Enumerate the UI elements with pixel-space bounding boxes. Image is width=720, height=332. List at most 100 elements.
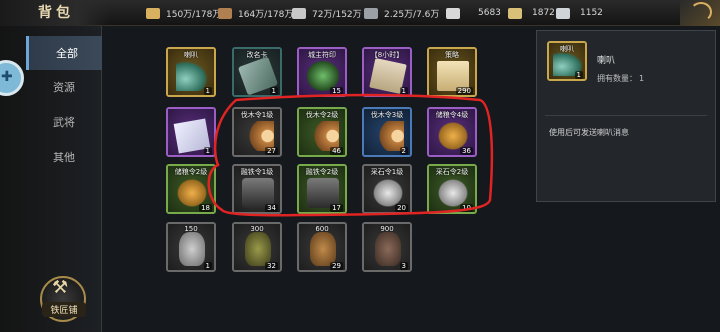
resource-feather: 5683 xyxy=(446,6,501,20)
anvil-icon: ⚒ xyxy=(52,277,69,298)
item-label: 300 xyxy=(250,225,264,233)
silver-ingot-icon xyxy=(556,7,570,19)
item-count: 20 xyxy=(395,204,408,212)
detail-owned: 拥有数量： 1 xyxy=(597,73,644,84)
tab-resources[interactable]: 资源 xyxy=(26,70,102,104)
item-label: 融铁令2级 xyxy=(305,168,339,176)
item-count: 1 xyxy=(399,87,408,95)
owned-label: 拥有数量： xyxy=(597,74,637,83)
item-count: 10 xyxy=(460,204,473,212)
item-count: 34 xyxy=(265,204,278,212)
jar-icon xyxy=(245,232,271,266)
item-count: 32 xyxy=(265,262,278,270)
resource-stone: 72万/152万 xyxy=(292,6,362,20)
resource-value: 150万/178万 xyxy=(166,9,222,20)
item-slot[interactable]: 储粮令2级 18 xyxy=(166,164,216,214)
blacksmith-label: 铁匠铺 xyxy=(42,302,86,317)
resource-value: 2.25万/7.6万 xyxy=(384,9,440,20)
item-count: 2 xyxy=(399,147,408,155)
item-label: 【8小时】 xyxy=(370,51,404,59)
owned-value: 1 xyxy=(639,74,645,83)
item-count: 46 xyxy=(330,147,343,155)
item-label: 伐木令3级 xyxy=(370,111,404,119)
stone-icon xyxy=(292,7,306,19)
gold-ingot-icon xyxy=(508,7,522,19)
resource-wood: 164万/178万 xyxy=(218,6,293,20)
item-count: 17 xyxy=(330,204,343,212)
item-slot[interactable]: 伐木令1级 27 xyxy=(232,107,282,157)
item-slot[interactable]: 900 3 xyxy=(362,222,412,272)
item-label: 城主符印 xyxy=(308,51,336,59)
resource-value: 5683 xyxy=(478,8,501,18)
item-slot[interactable]: 储粮令4级 36 xyxy=(427,107,477,157)
tab-label: 资源 xyxy=(53,81,75,94)
wheat-icon xyxy=(146,7,160,19)
top-bar: 背包 150万/178万 164万/178万 72万/152万 2.25万/7.… xyxy=(0,0,720,26)
item-label: 采石令2级 xyxy=(435,168,469,176)
item-label: 储粮令2级 xyxy=(174,168,208,176)
iron-icon xyxy=(364,7,378,19)
detail-item-icon: 喇叭 1 xyxy=(547,41,587,81)
item-count: 15 xyxy=(330,87,343,95)
tab-generals[interactable]: 武将 xyxy=(26,105,102,139)
item-slot[interactable]: 改名卡 1 xyxy=(232,47,282,97)
log-icon xyxy=(372,121,404,151)
tab-label: 全部 xyxy=(56,47,78,60)
item-detail-panel: 喇叭 1 喇叭 拥有数量： 1 使用后可发送喇叭消息 xyxy=(536,30,716,202)
item-label: 伐木令1级 xyxy=(240,111,274,119)
detail-description: 使用后可发送喇叭消息 xyxy=(549,128,629,137)
item-slot[interactable]: 喇叭 1 xyxy=(166,47,216,97)
item-label: 策略 xyxy=(445,51,459,59)
detail-icon-count: 1 xyxy=(574,71,583,79)
item-count: 27 xyxy=(265,147,278,155)
divider xyxy=(545,115,707,116)
item-slot[interactable]: 1 xyxy=(166,107,216,157)
item-slot[interactable]: 融铁令1级 34 xyxy=(232,164,282,214)
item-count: 290 xyxy=(455,87,473,95)
item-label: 融铁令1级 xyxy=(240,168,274,176)
resource-value: 164万/178万 xyxy=(238,9,294,20)
page-title: 背包 xyxy=(38,5,74,21)
item-slot[interactable]: 伐木令3级 2 xyxy=(362,107,412,157)
back-icon xyxy=(690,2,712,22)
back-button[interactable] xyxy=(680,0,720,26)
item-count: 1 xyxy=(203,262,212,270)
item-count: 29 xyxy=(330,262,343,270)
horn-icon xyxy=(176,61,208,91)
item-label: 采石令1级 xyxy=(370,168,404,176)
resource-iron: 2.25万/7.6万 xyxy=(364,6,439,20)
item-slot[interactable]: 伐木令2级 46 xyxy=(297,107,347,157)
item-count: 1 xyxy=(203,87,212,95)
resource-value: 1872 xyxy=(532,8,555,18)
tab-other[interactable]: 其他 xyxy=(26,140,102,174)
item-slot[interactable]: 【8小时】 1 xyxy=(362,47,412,97)
item-count: 36 xyxy=(460,147,473,155)
item-label: 伐木令2级 xyxy=(305,111,339,119)
jar-icon xyxy=(310,232,336,266)
item-count: 18 xyxy=(199,204,212,212)
jar-icon xyxy=(375,232,401,266)
item-slot[interactable]: 融铁令2级 17 xyxy=(297,164,347,214)
chat-bubble-icon[interactable] xyxy=(0,60,24,96)
resource-silver: 1152 xyxy=(556,6,603,20)
item-slot[interactable]: 采石令1级 20 xyxy=(362,164,412,214)
item-slot[interactable]: 城主符印 15 xyxy=(297,47,347,97)
item-label: 喇叭 xyxy=(184,51,198,59)
item-slot[interactable]: 策略 290 xyxy=(427,47,477,97)
item-slot[interactable]: 150 1 xyxy=(166,222,216,272)
item-count: 1 xyxy=(203,147,212,155)
item-label: 150 xyxy=(184,225,198,233)
item-slot[interactable]: 300 32 xyxy=(232,222,282,272)
item-label: 储粮令4级 xyxy=(435,111,469,119)
item-count: 1 xyxy=(269,87,278,95)
item-label: 改名卡 xyxy=(246,51,268,59)
resource-value: 72万/152万 xyxy=(312,9,362,20)
item-label: 600 xyxy=(315,225,329,233)
tab-label: 武将 xyxy=(53,116,75,129)
item-slot[interactable]: 采石令2级 10 xyxy=(427,164,477,214)
jar-icon xyxy=(179,232,205,266)
detail-item-name: 喇叭 xyxy=(597,56,616,66)
item-slot[interactable]: 600 29 xyxy=(297,222,347,272)
title-banner: 背包 xyxy=(0,0,110,26)
tab-all[interactable]: 全部 xyxy=(26,36,102,70)
